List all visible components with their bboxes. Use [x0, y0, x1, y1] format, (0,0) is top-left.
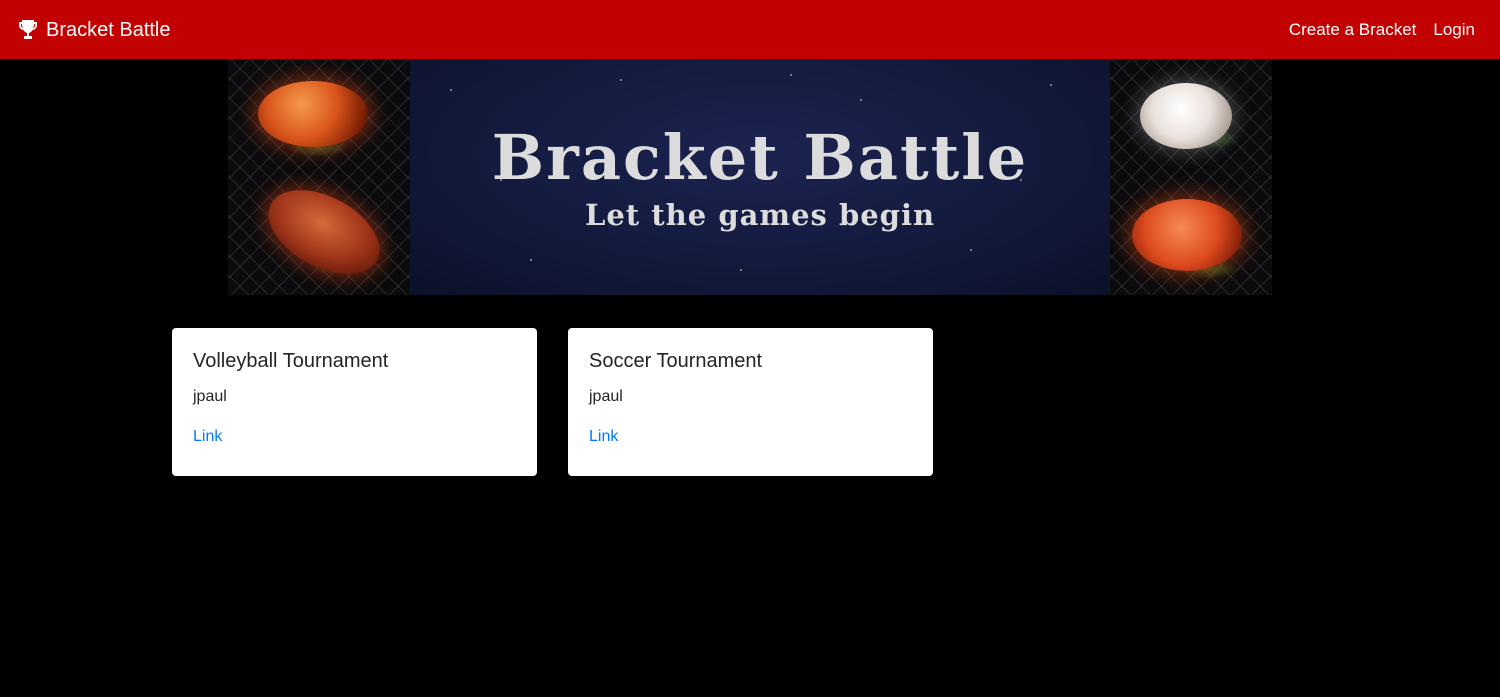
- brand-home-link[interactable]: Bracket Battle: [16, 18, 171, 42]
- tournament-link[interactable]: Link: [589, 428, 618, 445]
- create-bracket-link[interactable]: Create a Bracket: [1289, 20, 1417, 40]
- basketball-image: [258, 81, 368, 147]
- tournament-card: Soccer Tournament jpaul Link: [568, 328, 933, 476]
- banner-center-panel: Bracket Battle Let the games begin: [410, 59, 1110, 295]
- tournament-link[interactable]: Link: [193, 428, 222, 445]
- tournament-title: Volleyball Tournament: [193, 350, 389, 372]
- tournament-owner: jpaul: [193, 388, 227, 405]
- nav-links: Create a Bracket Login: [1272, 20, 1475, 40]
- volleyball-image: [1132, 199, 1242, 271]
- banner-right-panel: [1110, 59, 1272, 295]
- top-navbar: Bracket Battle Create a Bracket Login: [0, 0, 1500, 59]
- trophy-icon: [16, 18, 40, 42]
- login-link[interactable]: Login: [1433, 20, 1475, 40]
- tournament-title: Soccer Tournament: [589, 350, 763, 372]
- baseball-image: [1140, 83, 1232, 149]
- star-dot: [860, 99, 862, 101]
- brand-label: Bracket Battle: [46, 18, 171, 41]
- star-dot: [740, 269, 742, 271]
- star-dot: [620, 79, 622, 81]
- banner-title: Bracket Battle: [491, 121, 1029, 194]
- star-dot: [1050, 84, 1052, 86]
- star-dot: [450, 89, 452, 91]
- tournament-owner: jpaul: [589, 388, 623, 405]
- banner-subtitle: Let the games begin: [584, 198, 936, 232]
- tournament-card: Volleyball Tournament jpaul Link: [172, 328, 537, 476]
- banner-left-panel: [228, 59, 410, 295]
- star-dot: [970, 249, 972, 251]
- star-dot: [530, 259, 532, 261]
- star-dot: [790, 74, 792, 76]
- hero-banner-image: Bracket Battle Let the games begin: [228, 59, 1272, 295]
